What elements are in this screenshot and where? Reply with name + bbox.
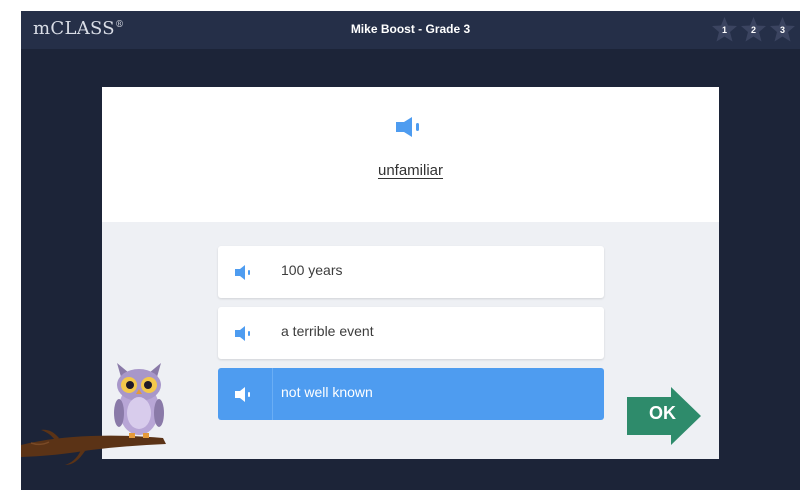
speaker-icon[interactable] bbox=[230, 384, 256, 404]
progress-star-3: 3 bbox=[769, 16, 796, 43]
option-label: 100 years bbox=[281, 262, 343, 278]
ok-button[interactable]: OK bbox=[627, 387, 701, 445]
target-word: unfamiliar bbox=[377, 162, 444, 179]
app-window: mCLASS® Mike Boost - Grade 3 1 2 3 unfam… bbox=[21, 11, 800, 490]
star-label: 3 bbox=[779, 25, 785, 35]
speaker-icon[interactable] bbox=[230, 262, 256, 282]
owl-mascot bbox=[114, 363, 164, 438]
progress-star-1: 1 bbox=[711, 16, 738, 43]
option-label: a terrible event bbox=[281, 323, 374, 339]
ok-button-label: OK bbox=[649, 403, 676, 423]
progress-stars: 1 2 3 bbox=[711, 16, 796, 43]
speaker-icon[interactable] bbox=[394, 116, 422, 138]
option-divider bbox=[272, 246, 273, 298]
option-divider bbox=[272, 307, 273, 359]
star-label: 2 bbox=[750, 25, 756, 35]
answer-option-2[interactable]: a terrible event bbox=[218, 307, 604, 359]
answer-option-1[interactable]: 100 years bbox=[218, 246, 604, 298]
top-bar: mCLASS® Mike Boost - Grade 3 1 2 3 bbox=[21, 11, 800, 49]
page-title: Mike Boost - Grade 3 bbox=[350, 22, 471, 36]
progress-star-2: 2 bbox=[740, 16, 767, 43]
prompt-panel: unfamiliar bbox=[102, 87, 719, 222]
star-label: 1 bbox=[721, 25, 727, 35]
answer-option-3[interactable]: not well known bbox=[218, 368, 604, 420]
option-divider bbox=[272, 368, 273, 420]
speaker-icon[interactable] bbox=[230, 323, 256, 343]
option-label: not well known bbox=[281, 384, 373, 400]
